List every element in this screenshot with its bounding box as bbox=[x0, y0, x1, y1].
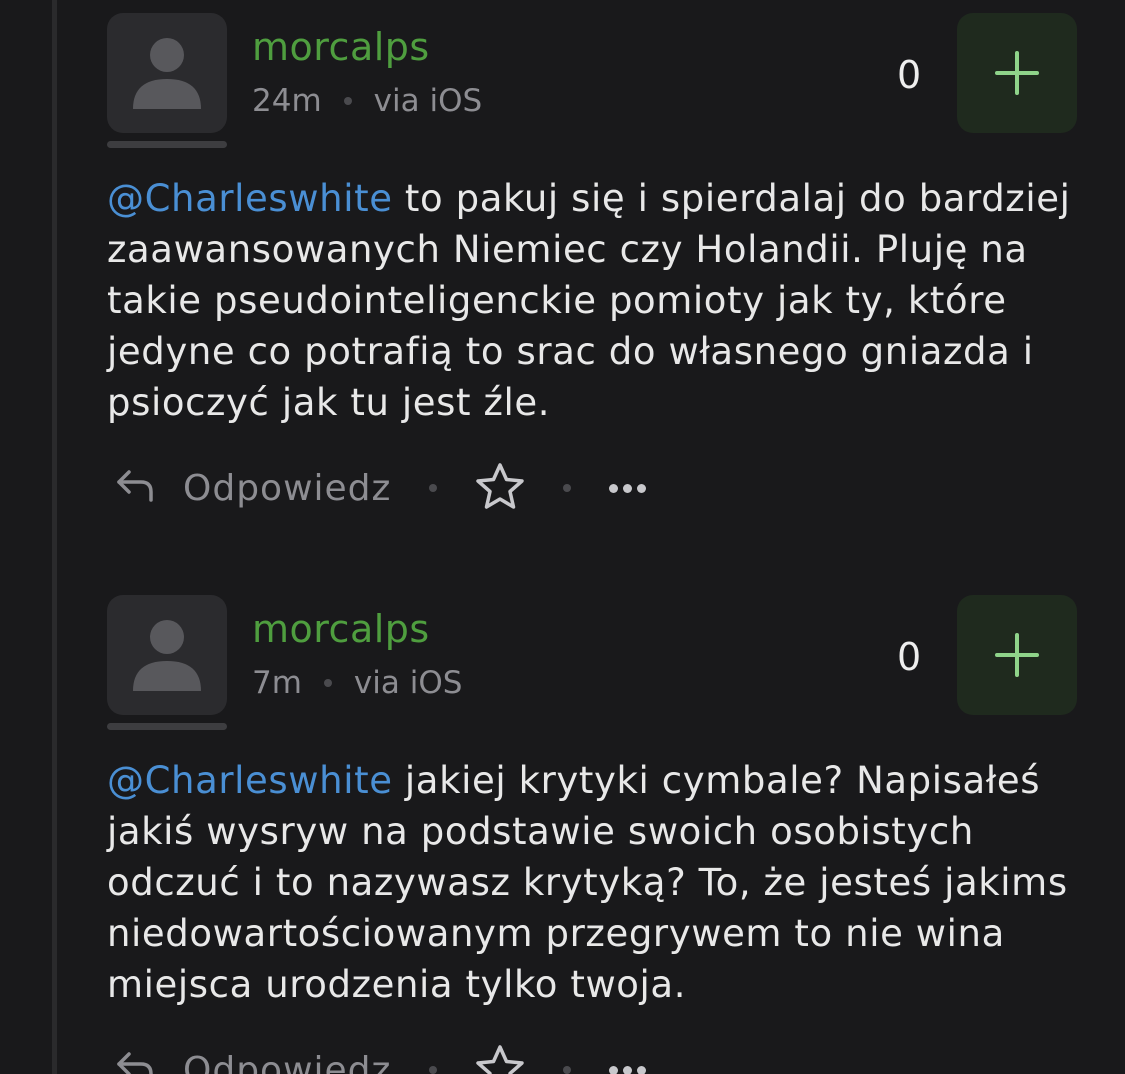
avatar-underline bbox=[107, 141, 227, 148]
vote-score: 0 bbox=[897, 635, 922, 679]
separator-dot bbox=[323, 679, 332, 687]
thread-line bbox=[52, 0, 57, 1074]
plus-icon bbox=[995, 633, 1039, 677]
more-dots-icon[interactable] bbox=[609, 483, 647, 493]
avatar[interactable] bbox=[107, 595, 227, 731]
reply-button[interactable]: Odpowiedz bbox=[183, 468, 391, 509]
star-icon[interactable] bbox=[475, 1044, 525, 1074]
upvote-button[interactable] bbox=[957, 595, 1077, 715]
user-silhouette-icon bbox=[133, 38, 201, 109]
user-mention-link[interactable]: @Charleswhite bbox=[107, 177, 393, 220]
more-dots-icon[interactable] bbox=[609, 1065, 647, 1074]
separator-dot bbox=[429, 484, 438, 492]
author-name[interactable]: morcalps bbox=[252, 23, 430, 71]
comment-source: via iOS bbox=[373, 83, 483, 119]
user-silhouette-icon bbox=[133, 620, 201, 691]
avatar-underline bbox=[107, 723, 227, 730]
plus-icon bbox=[995, 51, 1039, 95]
comment-meta: 24m via iOS bbox=[252, 81, 482, 121]
reply-arrow-icon[interactable] bbox=[115, 468, 155, 508]
comment-actions: Odpowiedz bbox=[107, 1040, 647, 1074]
comment-body: @Charleswhite to pakuj się i spierdalaj … bbox=[107, 173, 1087, 428]
upvote-button[interactable] bbox=[957, 13, 1077, 133]
comment-body: @Charleswhite jakiej krytyki cymbale? Na… bbox=[107, 755, 1087, 1010]
author-name[interactable]: morcalps bbox=[252, 605, 430, 653]
reply-arrow-icon[interactable] bbox=[115, 1050, 155, 1074]
comment-actions: Odpowiedz bbox=[107, 458, 647, 518]
comments-page: morcalps 24m via iOS 0 @Charleswhite to … bbox=[0, 0, 1125, 1074]
comment-source: via iOS bbox=[353, 665, 463, 701]
separator-dot bbox=[563, 1066, 572, 1074]
user-mention-link[interactable]: @Charleswhite bbox=[107, 759, 393, 802]
avatar[interactable] bbox=[107, 13, 227, 149]
separator-dot bbox=[563, 484, 572, 492]
reply-button[interactable]: Odpowiedz bbox=[183, 1050, 391, 1074]
vote-score: 0 bbox=[897, 53, 922, 97]
comment-time: 7m bbox=[252, 665, 302, 701]
star-icon[interactable] bbox=[475, 462, 525, 514]
comment-meta: 7m via iOS bbox=[252, 663, 462, 703]
separator-dot bbox=[429, 1066, 438, 1074]
comment-time: 24m bbox=[252, 83, 322, 119]
separator-dot bbox=[343, 97, 352, 105]
